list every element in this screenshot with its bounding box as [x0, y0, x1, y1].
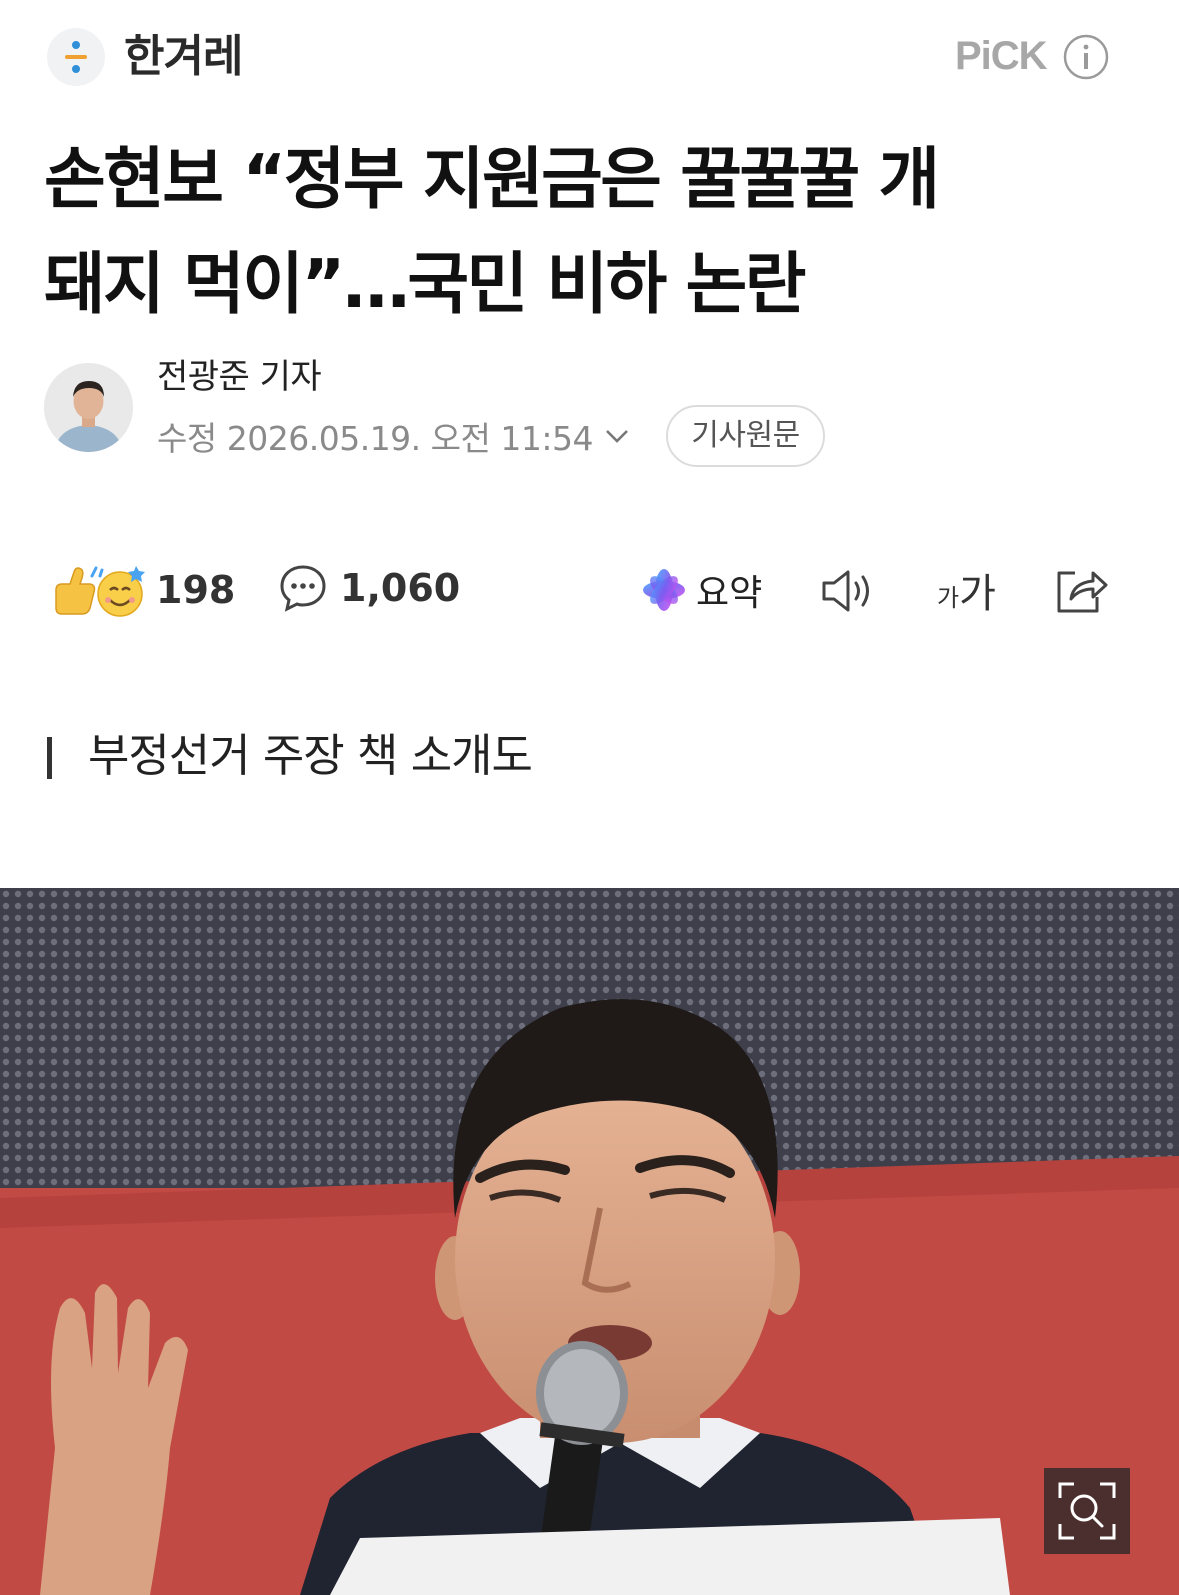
summary-label: 요약: [696, 573, 763, 614]
font-size-small-glyph: 가: [937, 584, 960, 612]
press-name[interactable]: 한겨레: [124, 29, 243, 85]
subheading-bar: [47, 737, 52, 779]
share-icon[interactable]: [1053, 563, 1109, 615]
font-size-button[interactable]: 가 가: [937, 562, 996, 618]
speaker-icon[interactable]: [820, 566, 878, 616]
comment-button[interactable]: 1,060: [278, 560, 460, 616]
info-icon[interactable]: [1062, 33, 1110, 81]
chevron-down-icon[interactable]: [603, 426, 631, 446]
original-article-button[interactable]: 기사원문: [666, 405, 825, 467]
zoom-icon: [1058, 1482, 1116, 1540]
headline-line-2: 돼지 먹이”…국민 비하 논란: [44, 245, 806, 323]
summary-button[interactable]: 요약: [640, 562, 762, 618]
reaction-emoji-icon: [55, 566, 145, 617]
article-photo[interactable]: [0, 888, 1179, 1595]
ai-summary-icon: [643, 569, 685, 611]
pick-badge: PiCK: [955, 34, 1048, 78]
article-headline: 손현보 “정부 지원금은 꿀꿀꿀 개 돼지 먹이”…국민 비하 논란: [44, 127, 1144, 337]
reporter-avatar[interactable]: [44, 363, 133, 452]
headline-line-1: 손현보 “정부 지원금은 꿀꿀꿀 개: [44, 140, 940, 218]
article-page: 한겨레 PiCK 손현보 “정부 지원금은 꿀꿀꿀 개 돼지 먹이”…국민 비하…: [0, 0, 1179, 1595]
comment-count: 1,060: [340, 566, 461, 610]
comment-bubble-icon: [280, 565, 326, 612]
reporter-name[interactable]: 전광준 기자: [157, 355, 322, 399]
date-prefix: 수정: [157, 419, 217, 458]
publish-date: 2026.05.19. 오전 11:54: [226, 419, 594, 458]
reaction-count: 198: [156, 568, 236, 612]
press-logo-icon[interactable]: [47, 28, 105, 86]
photo-zoom-button[interactable]: [1044, 1468, 1130, 1554]
font-size-big-glyph: 가: [959, 571, 996, 617]
reaction-button[interactable]: 198: [50, 560, 235, 620]
date-row[interactable]: 수정 2026.05.19. 오전 11:54: [157, 413, 631, 459]
article-subheading: 부정선거 주장 책 소개도: [88, 729, 533, 782]
